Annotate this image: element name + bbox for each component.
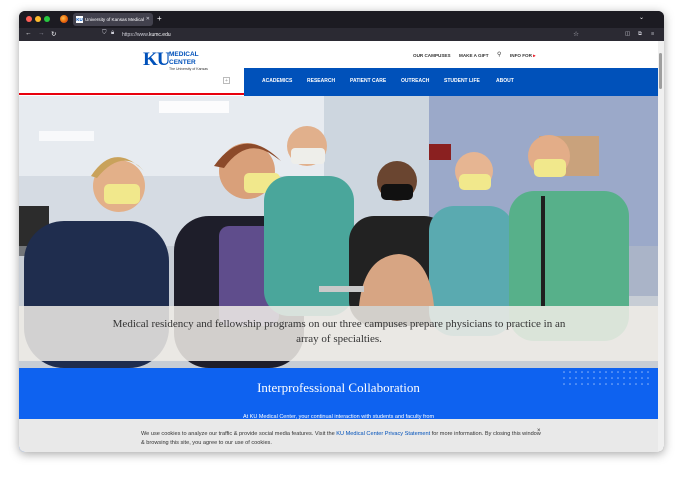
tab-title: University of Kansas Medical Ce xyxy=(85,17,145,22)
info-for-menu[interactable]: INFO FOR ▸ xyxy=(510,53,536,59)
browser-tab[interactable]: KU University of Kansas Medical Ce ✕ xyxy=(73,13,153,26)
close-tab-icon[interactable]: ✕ xyxy=(146,16,150,22)
logo-title: MEDICAL CENTER xyxy=(169,51,199,66)
scrollbar[interactable] xyxy=(658,41,664,452)
extensions-icon[interactable]: ⧉ xyxy=(638,31,642,38)
firefox-icon[interactable] xyxy=(60,15,68,23)
cookie-banner: We use cookies to analyze our traffic & … xyxy=(19,419,658,452)
tab-list-chevron-icon[interactable]: ⌄ xyxy=(639,14,644,21)
nav-research[interactable]: RESEARCH xyxy=(307,78,335,84)
menu-icon[interactable]: ≡ xyxy=(651,31,654,37)
nav-student-life[interactable]: STUDENT LIFE xyxy=(444,78,480,84)
cookie-message: We use cookies to analyze our traffic & … xyxy=(141,431,541,446)
address-bar[interactable]: ⛉ 🔒︎ https://www.kumc.edu ☆ xyxy=(99,30,579,39)
pocket-icon[interactable]: ◫ xyxy=(625,31,630,37)
site-header: KU MEDICAL CENTER The University of Kansa… xyxy=(19,41,658,96)
nav-patient-care[interactable]: PATIENT CARE xyxy=(350,78,386,84)
search-icon[interactable]: ⚲ xyxy=(497,51,501,58)
logo-subtitle: The University of Kansas xyxy=(169,67,208,71)
nav-about[interactable]: ABOUT xyxy=(496,78,514,84)
make-a-gift-link[interactable]: MAKE A GIFT xyxy=(459,53,489,58)
section-title: Interprofessional Collaboration xyxy=(257,380,420,395)
tab-bar: KU University of Kansas Medical Ce ✕ + ⌄ xyxy=(19,11,664,28)
new-tab-button[interactable]: + xyxy=(157,14,162,23)
nav-academics[interactable]: ACADEMICS xyxy=(262,78,292,84)
bookmark-star-icon[interactable]: ☆ xyxy=(573,30,579,38)
url-text[interactable]: https://www.kumc.edu xyxy=(122,32,171,38)
red-accent-line xyxy=(19,93,244,95)
hero-section: Medical residency and fellowship program… xyxy=(19,96,658,368)
our-campuses-link[interactable]: OUR CAMPUSES xyxy=(413,53,451,58)
back-arrow-icon[interactable]: ← xyxy=(25,30,32,37)
close-window-button[interactable] xyxy=(26,16,32,22)
hero-caption: Medical residency and fellowship program… xyxy=(112,318,566,345)
navigation-toolbar: ← → ↻ ⛉ 🔒︎ https://www.kumc.edu ☆ ◫ ⧉ ≡ xyxy=(19,28,664,41)
nav-outreach[interactable]: OUTREACH xyxy=(401,78,429,84)
main-navigation: ACADEMICS RESEARCH PATIENT CARE OUTREACH… xyxy=(244,68,658,96)
tracking-shield-icon[interactable]: ⛉ xyxy=(102,30,107,37)
privacy-statement-link[interactable]: KU Medical Center Privacy Statement xyxy=(336,431,430,437)
forward-arrow-icon[interactable]: → xyxy=(38,30,45,37)
caret-down-icon: ▸ xyxy=(531,53,536,58)
scrollbar-thumb[interactable] xyxy=(659,53,662,89)
reload-icon[interactable]: ↻ xyxy=(51,30,56,38)
expand-panel-icon[interactable]: + xyxy=(223,77,230,84)
browser-window: KU University of Kansas Medical Ce ✕ + ⌄… xyxy=(19,11,664,452)
maximize-window-button[interactable] xyxy=(44,16,50,22)
close-icon[interactable]: × xyxy=(537,428,541,434)
minimize-window-button[interactable] xyxy=(35,16,41,22)
logo-mark: KU xyxy=(143,49,170,70)
page-viewport: KU MEDICAL CENTER The University of Kansa… xyxy=(19,41,658,452)
ku-favicon-icon: KU xyxy=(76,16,83,23)
lock-icon[interactable]: 🔒︎ xyxy=(111,30,114,37)
